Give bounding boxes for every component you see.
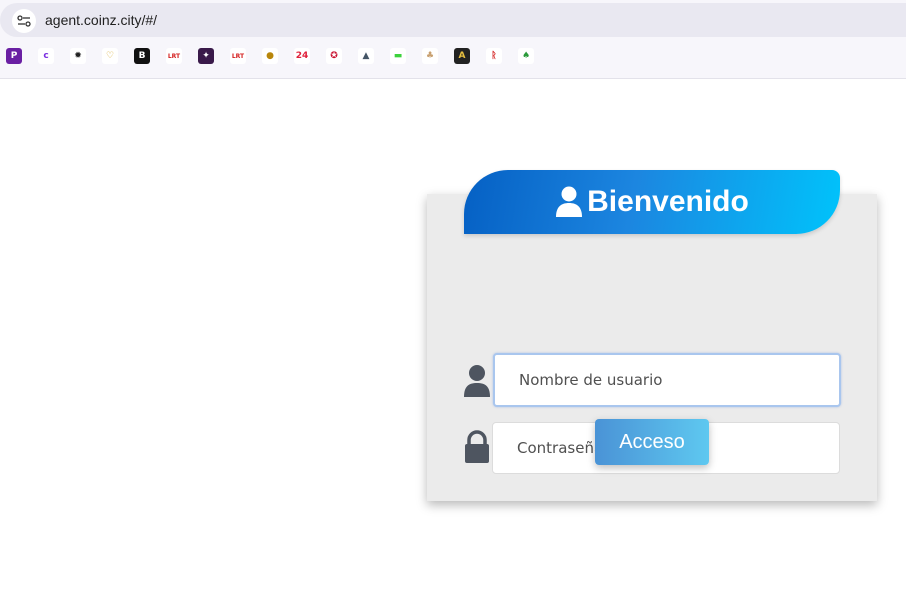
login-button[interactable]: Acceso [595,419,709,465]
tune-icon [17,15,31,27]
user-icon [556,186,583,217]
lrt-red-icon[interactable]: LRT [166,48,182,64]
site-info-icon[interactable] [12,9,36,33]
lock-icon [465,430,489,463]
green-tag-icon[interactable]: ▬ [390,48,406,64]
address-bar[interactable]: agent.coinz.city/#/ [0,3,906,37]
bookmarks-bar: Pc ✹ ♡ B LRT ✦ LRT ● 24 ✪ ▲ ▬ ♣ A ᚱ ♠ [0,46,906,68]
green-spade-icon[interactable]: ♠ [518,48,534,64]
purple-p-icon[interactable]: P [6,48,22,64]
dark-flag-icon[interactable]: ✦ [198,48,214,64]
purple-swoosh-icon[interactable]: c [38,48,54,64]
red-24-icon[interactable]: 24 [294,48,310,64]
welcome-banner: Bienvenido [464,170,840,234]
lrt-red-icon-2[interactable]: LRT [230,48,246,64]
page-title: Bienvenido [587,185,749,218]
user-icon [464,365,490,397]
gold-heart-icon[interactable]: ♡ [102,48,118,64]
url-text[interactable]: agent.coinz.city/#/ [45,12,157,28]
black-b-icon[interactable]: B [134,48,150,64]
dark-a-icon[interactable]: A [454,48,470,64]
gear-gem-icon[interactable]: ✹ [70,48,86,64]
username-input[interactable] [493,353,841,407]
browser-chrome: agent.coinz.city/#/ Pc ✹ ♡ B LRT ✦ LRT ● 24 ✪ ▲ ▬ ♣ A… [0,0,906,79]
gold-coin-icon[interactable]: ● [262,48,278,64]
red-logo-icon[interactable]: ᚱ [486,48,502,64]
clover-icon[interactable]: ♣ [422,48,438,64]
wolf-icon[interactable]: ▲ [358,48,374,64]
red-chip-icon[interactable]: ✪ [326,48,342,64]
